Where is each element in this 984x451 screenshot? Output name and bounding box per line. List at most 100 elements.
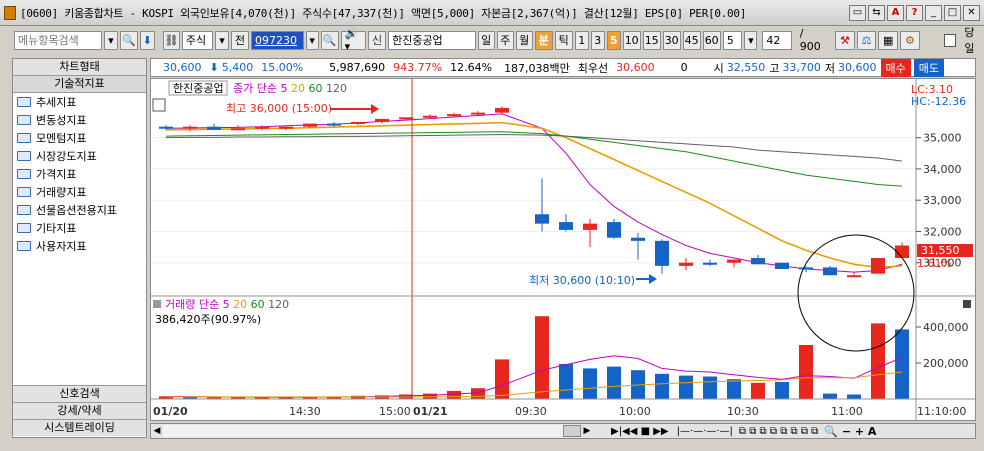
volume-bar (535, 316, 549, 399)
candle (871, 258, 885, 274)
sidebar-item-1[interactable]: 변동성지표 (13, 111, 146, 129)
folder-icon (17, 223, 31, 233)
period-tick[interactable]: 틱 (554, 30, 573, 50)
count-input[interactable]: 42 (762, 30, 792, 50)
zoom-in-out-icon[interactable]: 🔍 − + A (824, 425, 876, 438)
grid-icon[interactable]: ▦ (878, 30, 899, 50)
tech-indicator-header[interactable]: 기술적지표 (13, 76, 146, 93)
volume-bar (871, 323, 885, 399)
speaker-icon[interactable]: 🔊▾ (340, 27, 367, 53)
download-icon[interactable]: ⬇ (139, 30, 155, 50)
search-icon[interactable]: 🔍 (119, 30, 138, 50)
system-trading-tab[interactable]: 시스템트레이딩 (13, 419, 146, 436)
prev-button[interactable]: 전 (230, 30, 249, 50)
chart-type-header[interactable]: 차트형태 (13, 59, 146, 76)
volume-ratio: 943.77% (393, 61, 443, 74)
volume-note: 386,420주(90.97%) (155, 313, 261, 326)
folder-icon (17, 205, 31, 215)
interval-45[interactable]: 45 (682, 30, 701, 50)
sidebar-item-7[interactable]: 기타지표 (13, 219, 146, 237)
layout-icon[interactable]: ▭ (849, 5, 866, 21)
ma120-legend: 120 (326, 82, 347, 95)
vol-ma5-legend: 5 (223, 298, 230, 311)
sidebar-item-3[interactable]: 시장강도지표 (13, 147, 146, 165)
interval-select[interactable]: 5 (722, 30, 743, 50)
zoom-slider-icon[interactable]: |—·—·—·—| (677, 426, 733, 437)
play-icon[interactable]: ▶|◀◀ ■ ▶▶ (611, 426, 669, 437)
menu-search-input[interactable] (14, 30, 102, 50)
zoom-icon[interactable]: 🔍 (320, 30, 339, 50)
strength-tab[interactable]: 강세/약세 (13, 402, 146, 419)
candle (279, 126, 293, 129)
sidebar-item-4[interactable]: 가격지표 (13, 165, 146, 183)
market-type-select[interactable]: 주식 (181, 30, 214, 50)
minimize-button[interactable]: _ (925, 5, 942, 21)
close-button[interactable]: ✕ (963, 5, 980, 21)
period-month[interactable]: 월 (515, 30, 533, 50)
title-bar: [0600] 키움종합차트 - KOSPI 외국인보유[4,070(천)] 주식… (0, 0, 984, 26)
folder-icon (17, 241, 31, 251)
signal-search-tab[interactable]: 신호검색 (13, 385, 146, 402)
trade-amount: 187,038백만 (504, 61, 570, 75)
period-minute[interactable]: 분 (534, 30, 553, 50)
interval-10[interactable]: 10 (622, 30, 641, 50)
table-icon[interactable] (152, 98, 166, 112)
sidebar-item-6[interactable]: 선물옵션전용지표 (13, 201, 146, 219)
sidebar-item-0[interactable]: 추세지표 (13, 93, 146, 111)
stock-name-field[interactable]: 한진중공업 (388, 30, 476, 50)
sidebar-item-label: 추세지표 (36, 96, 77, 109)
horizontal-scrollbar[interactable]: ◀ ▶ ▶|◀◀ ■ ▶▶ |—·—·—·—| ⧉ ⧉ ⧉ ⧉ ⧉ ⧉ ⧉ ⧉ … (150, 423, 976, 439)
font-icon[interactable]: A (887, 5, 904, 21)
hc-label: HC:-12.36 (911, 95, 966, 108)
help-icon[interactable]: ? (906, 5, 923, 21)
sidebar-item-2[interactable]: 모멘텀지표 (13, 129, 146, 147)
interval-dropdown-icon[interactable]: ▾ (744, 30, 758, 50)
scroll-thumb[interactable] (563, 425, 581, 437)
panel-close-icon[interactable] (963, 300, 971, 308)
interval-3[interactable]: 3 (590, 30, 605, 50)
folder-icon (17, 169, 31, 179)
view-tools-icon[interactable]: ⧉ ⧉ ⧉ ⧉ ⧉ ⧉ ⧉ ⧉ (739, 426, 818, 437)
scroll-track[interactable] (163, 425, 563, 437)
period-week[interactable]: 주 (496, 30, 514, 50)
sidebar-item-5[interactable]: 거래량지표 (13, 183, 146, 201)
volume-bar (751, 382, 765, 399)
today-checkbox[interactable] (943, 33, 957, 47)
sell-button[interactable]: 매도 (913, 58, 945, 77)
turnover-rate: 12.64% (450, 61, 493, 74)
high-value: 33,700 (782, 61, 821, 74)
candle (375, 118, 389, 123)
interval-5[interactable]: 5 (606, 30, 621, 50)
code-dropdown-icon[interactable]: ▾ (305, 30, 319, 50)
sync-icon[interactable]: ⛓ (162, 30, 180, 50)
buy-button[interactable]: 매수 (880, 58, 911, 77)
interval-1[interactable]: 1 (574, 30, 589, 50)
chevron-down-icon[interactable]: ▾ (215, 30, 229, 50)
candle (559, 222, 573, 230)
maximize-button[interactable]: □ (944, 5, 961, 21)
chart-area[interactable]: 35,000 34,000 33,000 32,000 31,000 400,000 20… (150, 78, 976, 421)
price-volume-chart[interactable]: 35,00034,00033,00032,00031,000 400,00020… (151, 79, 975, 420)
sidebar-item-label: 사용자지표 (36, 240, 87, 253)
open-value: 32,550 (726, 61, 766, 74)
change-down-icon: ⬇ (209, 61, 219, 74)
price-tick-label: 33,000 (923, 194, 962, 207)
sidebar-item-8[interactable]: 사용자지표 (13, 237, 146, 255)
link-icon[interactable]: ⇆ (868, 5, 885, 21)
scroll-right-arrow[interactable]: ▶ (581, 426, 593, 436)
period-day[interactable]: 일 (477, 30, 495, 50)
candle (495, 107, 509, 113)
interval-15[interactable]: 15 (642, 30, 661, 50)
ma120-line (165, 134, 903, 162)
stock-code-input[interactable]: 097230 (250, 30, 304, 50)
chart-tool-icon[interactable]: ⚒ (835, 30, 855, 50)
low-arrow-head (649, 274, 657, 284)
scroll-left-arrow[interactable]: ◀ (151, 426, 163, 436)
stock-prefix-badge: 신 (368, 30, 387, 50)
interval-30[interactable]: 30 (662, 30, 681, 50)
menu-dropdown-icon[interactable]: ▾ (104, 30, 118, 50)
interval-60[interactable]: 60 (702, 30, 721, 50)
settings-icon[interactable]: ⚙ (900, 30, 920, 50)
x-tick-label: 11:10:00 (917, 405, 966, 418)
compare-icon[interactable]: ⚖ (856, 30, 877, 50)
